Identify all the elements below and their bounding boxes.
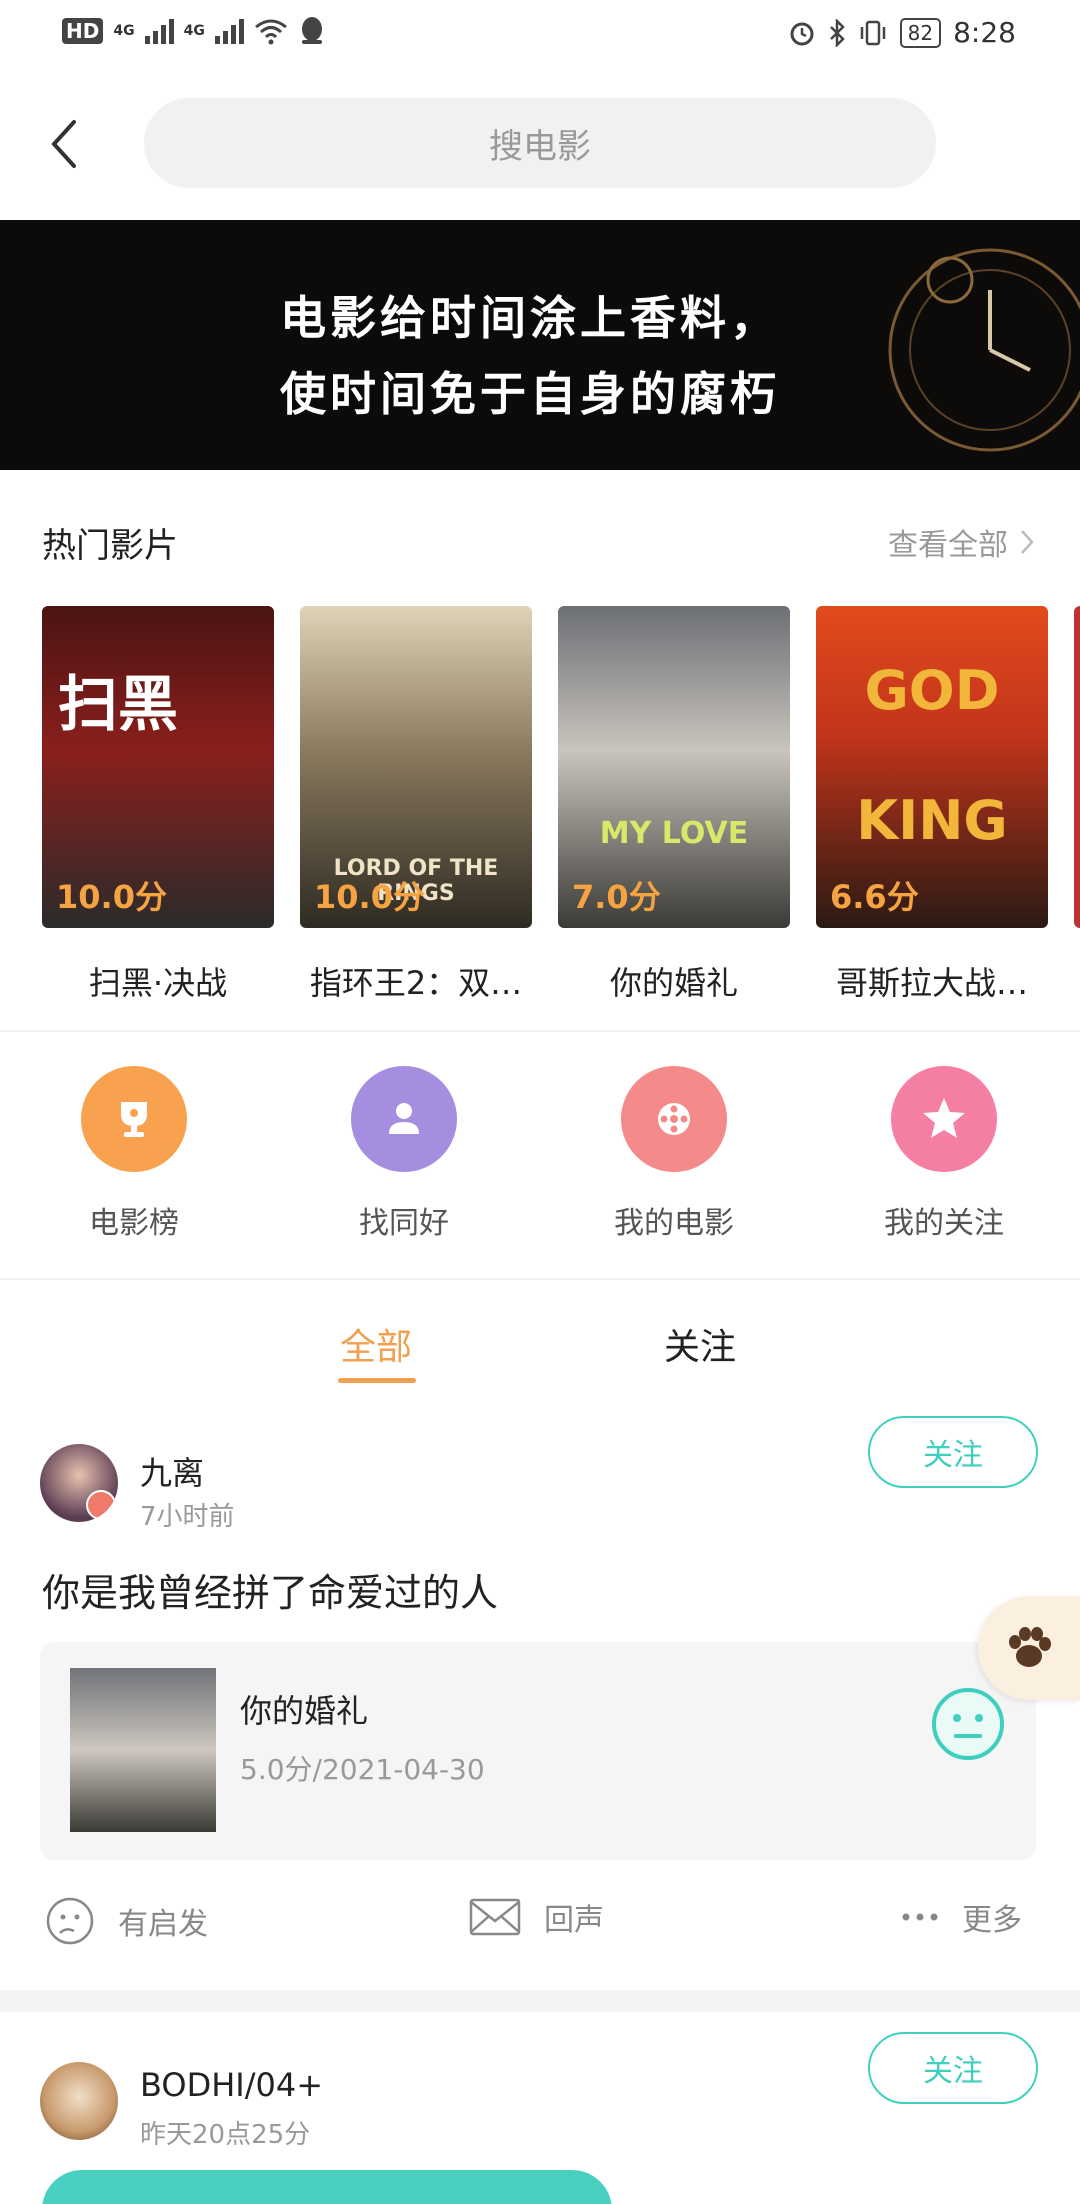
movie-score: 6.6分 (830, 878, 919, 916)
post-username[interactable]: 九离 (140, 1448, 204, 1494)
user-badge-icon (86, 1490, 116, 1520)
tab-follow[interactable]: 关注 (664, 1318, 736, 1370)
movie-poster: GOD KING 6.6分 (816, 606, 1048, 928)
see-all-label: 查看全部 (888, 528, 1008, 563)
follow-button[interactable]: 关注 (868, 2032, 1038, 2104)
alarm-icon (790, 22, 814, 45)
poster-text: MY LOVE (599, 816, 749, 851)
quick-item-my-follows[interactable]: 我的关注 (844, 1060, 1044, 1242)
app-screen: HD 4G 4G 82 8:28 搜电影 电影给时间涂上香料， 使时间免于自身的… (0, 0, 1080, 2204)
post-content-bar[interactable] (42, 2170, 612, 2204)
echo-label: 回声 (544, 1903, 604, 1938)
status-time: 8:28 (953, 16, 1016, 49)
post-actions: 有启发 回声 更多 (0, 1895, 1080, 1961)
follow-button[interactable]: 关注 (868, 1416, 1038, 1488)
movie-card[interactable]: MY LOVE 7.0分 你的婚礼 (558, 606, 790, 1004)
card-movie-meta: 5.0分/2021-04-30 (240, 1753, 485, 1786)
tab-active-indicator (338, 1378, 416, 1383)
more-action[interactable]: 更多 (900, 1895, 1022, 1939)
feed-separator (0, 1990, 1080, 2012)
movie-card[interactable]: GOD KING 6.6分 哥斯拉大战… (816, 606, 1048, 1004)
qq-icon (301, 17, 322, 44)
quick-label: 我的关注 (884, 1206, 1004, 1241)
see-all-link[interactable]: 查看全部 (888, 520, 1034, 564)
quick-label: 我的电影 (614, 1206, 734, 1241)
more-dots-icon (902, 1913, 938, 1921)
echo-action[interactable]: 回声 (468, 1895, 604, 1939)
movie-title: 哥斯拉大战… (835, 964, 1028, 1002)
hd-badge: HD (62, 18, 104, 44)
status-left: HD 4G 4G (62, 16, 326, 46)
next-movie-peek (1074, 606, 1080, 928)
inspire-label: 有启发 (118, 1907, 208, 1942)
quick-item-my-movies[interactable]: 我的电影 (574, 1060, 774, 1242)
quick-item-find-friends[interactable]: 找同好 (304, 1060, 504, 1242)
movie-score: 7.0分 (572, 878, 661, 916)
card-movie-title: 你的婚礼 (240, 1692, 369, 1730)
movie-review-card[interactable]: 你的婚礼 5.0分/2021-04-30 (40, 1642, 1036, 1860)
divider (0, 1030, 1080, 1032)
movie-poster: MY LOVE 7.0分 (558, 606, 790, 928)
movie-poster: 扫黑 10.0分 (42, 606, 274, 928)
movie-card[interactable]: 扫黑 10.0分 扫黑·决战 (42, 606, 274, 1004)
trophy-icon (81, 1066, 187, 1172)
film-reel-icon (621, 1066, 727, 1172)
movie-thumbnail (70, 1668, 216, 1832)
post-time: 昨天20点25分 (140, 2120, 311, 2150)
star-icon (891, 1066, 997, 1172)
chevron-right-icon (1021, 530, 1034, 554)
paw-float-button[interactable] (978, 1596, 1080, 1700)
feed-tabs: 全部 关注 (0, 1300, 1080, 1410)
network-label-2: 4G (183, 23, 205, 39)
post-text[interactable]: 你是我曾经拼了命爱过的人 (42, 1562, 498, 1617)
wifi-icon (254, 19, 287, 45)
movie-title: 指环王2：双… (309, 964, 523, 1002)
thinking-face-icon (46, 1897, 94, 1945)
paw-icon (1009, 1627, 1051, 1667)
post-time: 7小时前 (140, 1502, 235, 1532)
avatar[interactable] (40, 1444, 118, 1522)
tab-all[interactable]: 全部 (340, 1318, 412, 1370)
quick-entry-row: 电影榜 找同好 我的电影 我的关注 (0, 1060, 1080, 1260)
back-arrow-icon[interactable] (44, 114, 84, 174)
bluetooth-icon (829, 18, 845, 47)
banner-line-1: 电影给时间涂上香料， (280, 291, 780, 345)
movie-title: 扫黑·决战 (88, 964, 228, 1002)
status-bar: HD 4G 4G 82 8:28 (0, 0, 1080, 66)
movie-poster: LORD OF THE RINGS 10.0分 (300, 606, 532, 928)
poster-text: GOD KING (856, 659, 1008, 852)
avatar[interactable] (40, 2062, 118, 2140)
quote-banner[interactable]: 电影给时间涂上香料， 使时间免于自身的腐朽 (0, 220, 1080, 470)
people-icon (351, 1066, 457, 1172)
clock-decoration-icon (888, 248, 1080, 452)
hot-movies-row: 扫黑 10.0分 扫黑·决战 LORD OF THE RINGS 10.0分 指… (42, 606, 1080, 1006)
quick-item-ranking[interactable]: 电影榜 (34, 1060, 234, 1242)
more-label: 更多 (962, 1903, 1022, 1938)
movie-title: 你的婚礼 (609, 964, 738, 1002)
movie-score: 10.0分 (314, 878, 425, 916)
movie-score: 10.0分 (56, 878, 167, 916)
hot-movies-title: 热门影片 (42, 526, 178, 566)
movie-card[interactable]: LORD OF THE RINGS 10.0分 指环王2：双… (300, 606, 532, 1004)
signal-icon (144, 18, 174, 44)
mail-icon (469, 1898, 521, 1936)
inspire-action[interactable]: 有启发 (44, 1895, 208, 1947)
search-input[interactable]: 搜电影 (144, 98, 936, 188)
banner-line-2: 使时间免于自身的腐朽 (280, 367, 780, 421)
vibrate-icon (860, 20, 885, 45)
battery-indicator: 82 (899, 17, 942, 48)
quick-label: 找同好 (359, 1206, 449, 1241)
search-header: 搜电影 (0, 66, 1080, 220)
network-label-1: 4G (113, 23, 135, 39)
signal-icon-2 (214, 18, 244, 44)
poster-text: 扫黑 (58, 670, 178, 740)
quick-label: 电影榜 (89, 1206, 179, 1241)
neutral-face-icon[interactable] (930, 1686, 1006, 1762)
divider (0, 1278, 1080, 1280)
status-right: 82 8:28 (788, 16, 1016, 49)
post-username[interactable]: BODHI/04+ (140, 2066, 323, 2104)
